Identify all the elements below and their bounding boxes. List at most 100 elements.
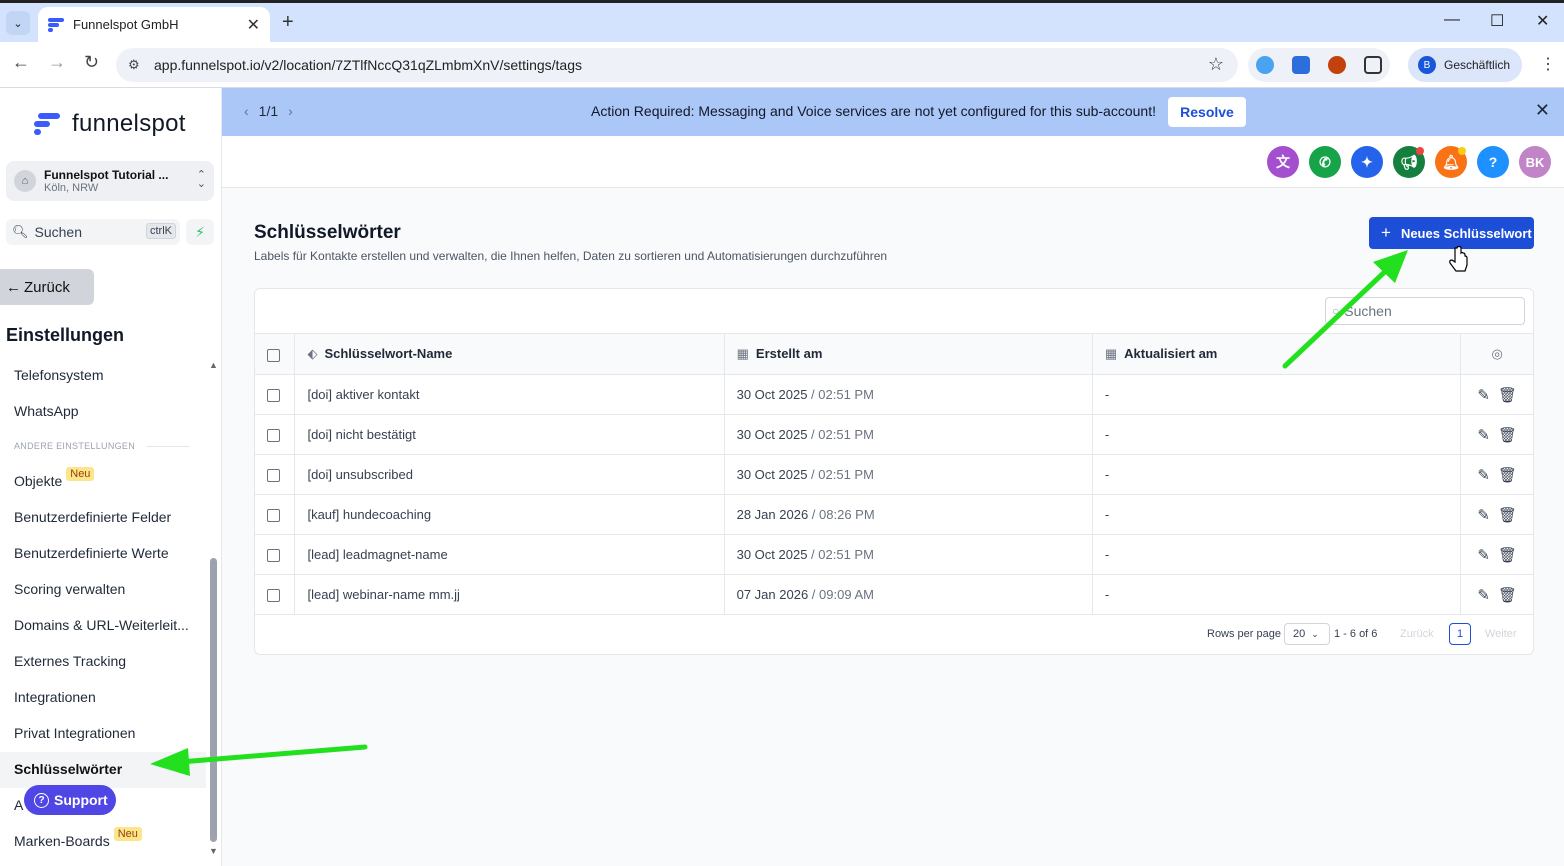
created-at: 30 Oct 2025 / 02:51 PM [723, 414, 1093, 455]
minimize-icon[interactable]: — [1444, 11, 1460, 29]
sidebar-item-telefonsystem[interactable]: Telefonsystem [14, 367, 103, 383]
browser-profile-button[interactable]: B Geschäftlich [1408, 48, 1522, 82]
megaphone-icon[interactable]: 📢︎ [1393, 146, 1425, 178]
table-row[interactable]: [kauf] hundecoaching 28 Jan 2026 / 08:26 … [255, 494, 1533, 535]
ai-sparkle-icon[interactable]: ✦ [1351, 146, 1383, 178]
table-header-row: ⬖ Schlüsselwort-Name ▦ Erstellt am ▦ Aktual… [255, 333, 1533, 375]
browser-menu-icon[interactable]: ⋮ [1540, 54, 1556, 74]
sidebar-item-integrations[interactable]: Integrationen [14, 689, 96, 705]
edit-pencil-icon[interactable]: ✎ [1477, 427, 1490, 444]
prev-page-button[interactable]: Zurück [1400, 628, 1434, 640]
edit-pencil-icon[interactable]: ✎ [1477, 507, 1490, 524]
keyword-name: [doi] unsubscribed [294, 454, 725, 495]
created-at: 30 Oct 2025 / 02:51 PM [723, 374, 1093, 415]
quick-action-bolt-icon[interactable]: ⚡︎ [186, 219, 214, 245]
extension-icon[interactable] [1292, 56, 1310, 74]
created-date: 30 Oct 2025 [736, 427, 808, 442]
close-banner-icon[interactable]: ✕ [1535, 100, 1550, 121]
tab-search-button[interactable]: ⌄ [6, 11, 30, 35]
sidebar-item-domains[interactable]: Domains & URL-Weiterleit... [14, 617, 189, 633]
next-page-button[interactable]: Weiter [1485, 628, 1517, 640]
reload-icon[interactable]: ↻ [84, 52, 99, 73]
delete-trash-icon[interactable]: 🗑︎ [1498, 507, 1517, 524]
sidebar-item-custom-fields[interactable]: Benutzerdefinierte Felder [14, 509, 171, 525]
new-badge: Neu [66, 467, 95, 481]
back-arrow-icon[interactable]: ← [12, 52, 30, 73]
resolve-button[interactable]: Resolve [1168, 97, 1246, 127]
row-checkbox[interactable] [267, 429, 280, 443]
table-row[interactable]: [doi] aktiver kontakt 30 Oct 2025 / 02:51… [255, 374, 1533, 415]
rows-per-page-label: Rows per page [1207, 628, 1281, 640]
bookmark-star-icon[interactable]: ☆ [1208, 54, 1224, 75]
new-tab-icon[interactable]: + [282, 11, 294, 34]
page-number-button[interactable]: 1 [1449, 623, 1471, 645]
extension-icon[interactable] [1328, 56, 1346, 74]
forward-arrow-icon[interactable]: → [48, 52, 66, 73]
account-switcher[interactable]: ⌂ Funnelspot Tutorial ... Köln, NRW ⌃ ⌄ [6, 161, 214, 201]
edit-pencil-icon[interactable]: ✎ [1477, 467, 1490, 484]
scroll-up-icon[interactable]: ▲ [209, 360, 218, 370]
back-button[interactable]: ← Zurück [0, 269, 94, 305]
sidebar-scrollbar[interactable] [210, 558, 217, 842]
row-checkbox[interactable] [267, 549, 280, 563]
delete-trash-icon[interactable]: 🗑︎ [1498, 467, 1517, 484]
delete-trash-icon[interactable]: 🗑︎ [1498, 387, 1517, 404]
edit-pencil-icon[interactable]: ✎ [1477, 587, 1490, 604]
sidebar-item-whatsapp[interactable]: WhatsApp [14, 403, 79, 419]
row-checkbox[interactable] [267, 469, 280, 483]
sidebar-search[interactable]: 🔍︎ Suchen ctrlK [6, 219, 180, 245]
new-keyword-button[interactable]: + Neues Schlüsselwort [1369, 217, 1534, 249]
sidebar-item-a[interactable]: A [14, 797, 23, 813]
updated-at: - [1091, 574, 1461, 615]
help-icon[interactable]: ? [1477, 146, 1509, 178]
url-text: app.funnelspot.io/v2/location/7ZTlfNccQ3… [154, 57, 582, 73]
table-row[interactable]: [lead] leadmagnet-name 30 Oct 2025 / 02:5… [255, 534, 1533, 575]
translate-icon[interactable]: 文 [1267, 146, 1299, 178]
table-row[interactable]: [lead] webinar-name mm.jj 07 Jan 2026 / 0… [255, 574, 1533, 615]
column-header-updated: Aktualisiert am [1124, 346, 1218, 361]
sidebar-item-scoring[interactable]: Scoring verwalten [14, 581, 125, 597]
delete-trash-icon[interactable]: 🗑︎ [1498, 547, 1517, 564]
sidebar-item-keywords[interactable]: Schlüsselwörter [14, 761, 122, 777]
phone-icon[interactable]: ✆ [1309, 146, 1341, 178]
edit-pencil-icon[interactable]: ✎ [1477, 547, 1490, 564]
maximize-icon[interactable]: ☐ [1490, 11, 1504, 31]
browser-tab[interactable]: Funnelspot GmbH ✕ [38, 7, 270, 42]
delete-trash-icon[interactable]: 🗑︎ [1498, 427, 1517, 444]
sidebar-item-external-tracking[interactable]: Externes Tracking [14, 653, 126, 669]
puzzle-icon[interactable] [1364, 56, 1382, 74]
edit-pencil-icon[interactable]: ✎ [1477, 387, 1490, 404]
scroll-down-icon[interactable]: ▼ [209, 846, 218, 856]
sidebar-item-custom-values[interactable]: Benutzerdefinierte Werte [14, 545, 169, 561]
user-avatar[interactable]: BK [1519, 146, 1551, 178]
column-settings-icon[interactable]: ◎ [1492, 346, 1503, 362]
bell-icon[interactable]: 🔔︎ [1435, 146, 1467, 178]
delete-trash-icon[interactable]: 🗑︎ [1498, 587, 1517, 604]
row-checkbox[interactable] [267, 589, 280, 603]
row-checkbox[interactable] [267, 509, 280, 523]
logo[interactable]: funnelspot [34, 110, 186, 138]
table-row[interactable]: [doi] nicht bestätigt 30 Oct 2025 / 02:51… [255, 414, 1533, 455]
action-required-banner: ‹ 1/1 › Action Required: Messaging and Voi… [222, 88, 1564, 136]
support-button[interactable]: ? Support [24, 785, 116, 815]
rows-per-page-select[interactable]: 20 ⌄ [1284, 623, 1330, 645]
extension-icon[interactable] [1256, 56, 1274, 74]
funnelspot-favicon-icon [48, 17, 64, 32]
close-window-icon[interactable]: ✕ [1536, 11, 1549, 31]
sidebar-item-private-integrations[interactable]: Privat Integrationen [14, 725, 135, 741]
table-search-input[interactable]: ○ Suchen [1325, 297, 1525, 325]
row-checkbox[interactable] [267, 389, 280, 403]
updated-at: - [1091, 454, 1461, 495]
address-bar[interactable]: ⚙ app.funnelspot.io/v2/location/7ZTlfNcc… [116, 48, 1238, 82]
sidebar-item-brand-boards[interactable]: Marken-Boards Neu [14, 827, 142, 849]
chevron-left-icon[interactable]: ‹ [244, 103, 249, 119]
site-settings-icon[interactable]: ⚙ [128, 57, 140, 73]
table-row[interactable]: [doi] unsubscribed 30 Oct 2025 / 02:51 PM… [255, 454, 1533, 495]
tag-icon: ⬖ [307, 346, 318, 361]
close-tab-icon[interactable]: ✕ [247, 15, 260, 35]
select-all-checkbox[interactable] [267, 348, 280, 362]
chevron-right-icon[interactable]: › [288, 103, 293, 119]
sidebar-item-objekte[interactable]: Objekte Neu [14, 467, 95, 489]
keyword-name: [lead] webinar-name mm.jj [294, 574, 725, 615]
search-icon: ○ [1332, 304, 1340, 318]
